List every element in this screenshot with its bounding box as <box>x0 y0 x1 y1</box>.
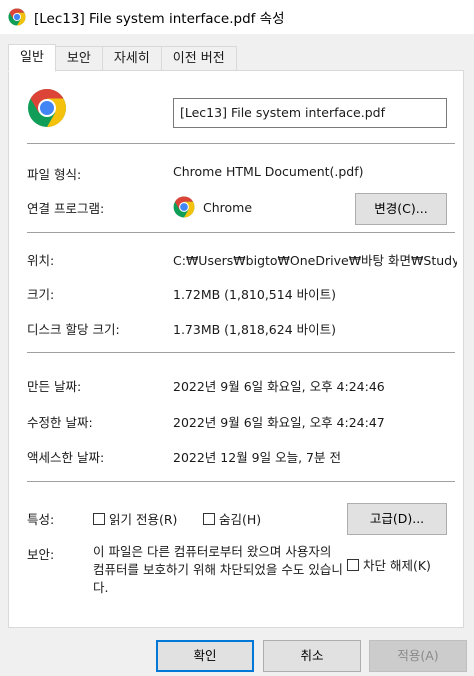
unblock-label: 차단 해제(K) <box>363 558 431 573</box>
opens-with-app: Chrome <box>173 196 252 218</box>
tab-previous-versions[interactable]: 이전 버전 <box>160 46 237 70</box>
unblock-checkbox[interactable]: 차단 해제(K) <box>347 555 431 574</box>
file-name-input[interactable]: [Lec13] File system interface.pdf <box>173 98 447 128</box>
location-label: 위치: <box>27 253 55 268</box>
readonly-label: 읽기 전용(R) <box>109 512 178 527</box>
divider <box>27 481 455 482</box>
size-label: 크기: <box>27 287 55 302</box>
checkbox-box[interactable] <box>203 512 215 525</box>
advanced-button[interactable]: 고급(D)... <box>347 503 447 535</box>
chrome-icon <box>8 8 26 26</box>
title-bar[interactable]: [Lec13] File system interface.pdf 속성 <box>0 0 474 34</box>
checkbox-box[interactable] <box>347 558 359 571</box>
security-warning-text: 이 파일은 다른 컴퓨터로부터 왔으며 사용자의 컴퓨터를 보호하기 위해 차단… <box>93 544 343 595</box>
checkbox-box[interactable] <box>93 512 105 525</box>
accessed-value: 2022년 12월 9일 오늘, 7분 전 <box>173 450 341 465</box>
ok-button[interactable]: 확인 <box>156 640 254 672</box>
divider <box>27 352 455 353</box>
apply-button[interactable]: 적용(A) <box>369 640 467 672</box>
cancel-button[interactable]: 취소 <box>263 640 361 672</box>
size-on-disk-label: 디스크 할당 크기: <box>27 322 120 337</box>
change-button[interactable]: 변경(C)... <box>355 193 447 225</box>
security-label: 보안: <box>27 547 55 562</box>
modified-label: 수정한 날짜: <box>27 415 93 430</box>
tab-security[interactable]: 보안 <box>54 46 103 70</box>
readonly-checkbox[interactable]: 읽기 전용(R) <box>93 509 177 528</box>
accessed-label: 액세스한 날짜: <box>27 450 105 465</box>
opens-with-label: 연결 프로그램: <box>27 201 105 216</box>
location-value: C:₩Users₩bigto₩OneDrive₩바탕 화면₩Study₩ <box>173 253 457 268</box>
properties-dialog: [Lec13] File system interface.pdf 속성 일반 … <box>0 0 474 676</box>
attributes-label: 특성: <box>27 512 55 527</box>
modified-value: 2022년 9월 6일 화요일, 오후 4:24:47 <box>173 415 385 430</box>
size-on-disk-value: 1.73MB (1,818,624 바이트) <box>173 322 337 337</box>
size-value: 1.72MB (1,810,514 바이트) <box>173 287 337 302</box>
divider <box>27 143 455 144</box>
tab-strip: 일반 보안 자세히 이전 버전 <box>8 44 237 72</box>
file-type-label: 파일 형식: <box>27 167 82 182</box>
chrome-icon <box>173 196 195 218</box>
tab-general[interactable]: 일반 <box>8 44 56 72</box>
chrome-file-icon <box>28 89 66 127</box>
created-label: 만든 날짜: <box>27 379 82 394</box>
hidden-label: 숨김(H) <box>219 512 262 527</box>
tab-details[interactable]: 자세히 <box>101 46 162 70</box>
hidden-checkbox[interactable]: 숨김(H) <box>203 509 261 528</box>
created-value: 2022년 9월 6일 화요일, 오후 4:24:46 <box>173 379 385 394</box>
file-type-value: Chrome HTML Document(.pdf) <box>173 164 364 179</box>
general-panel: [Lec13] File system interface.pdf 파일 형식:… <box>8 70 464 628</box>
opens-with-value: Chrome <box>203 199 253 215</box>
window-title: [Lec13] File system interface.pdf 속성 <box>34 11 285 27</box>
divider <box>27 232 455 233</box>
